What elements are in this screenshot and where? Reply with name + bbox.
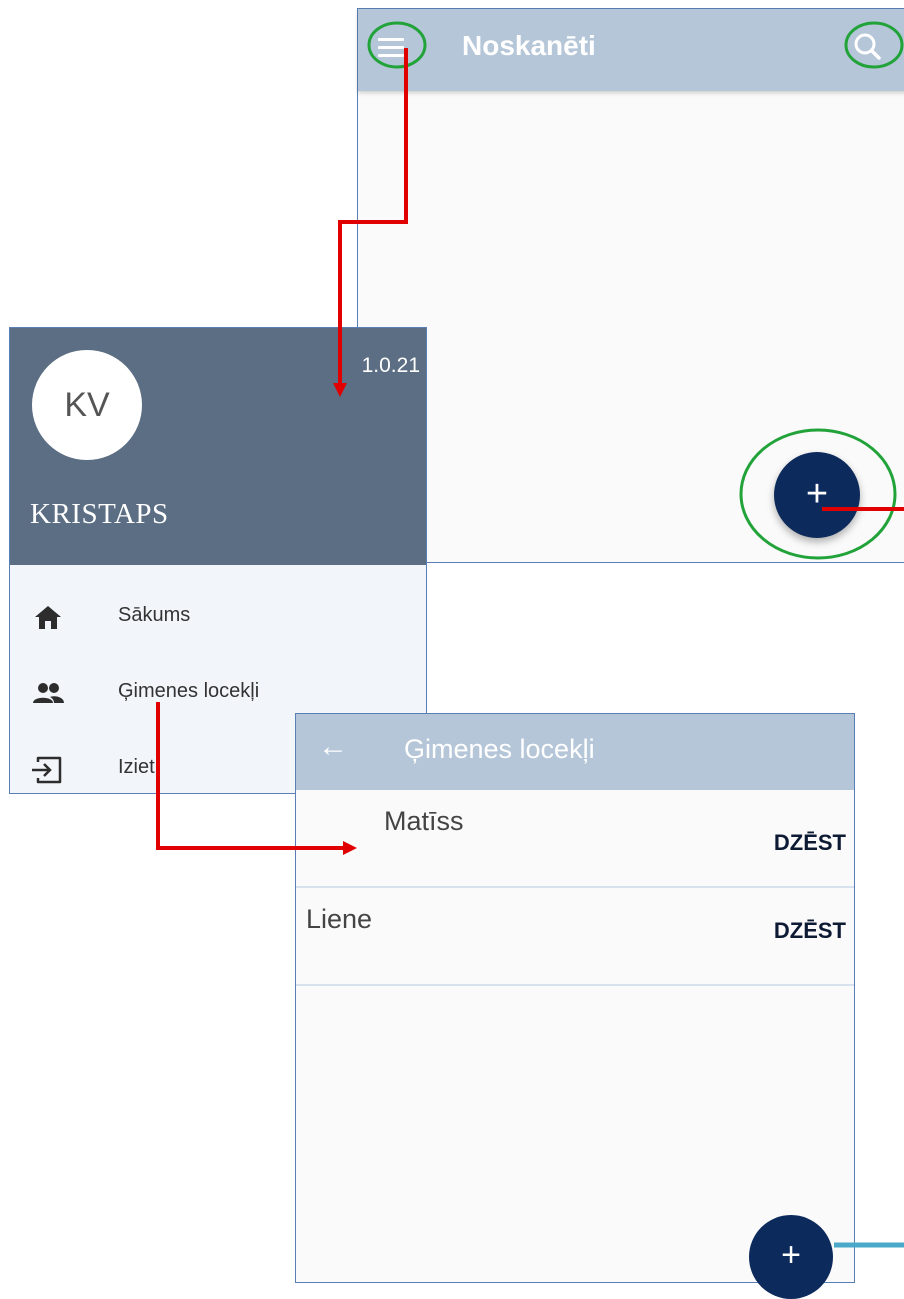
arrowhead	[333, 383, 347, 397]
arrowhead	[343, 841, 357, 855]
family-to-screen-arrow	[156, 702, 345, 850]
search-highlight-circle	[844, 21, 904, 69]
annotation-overlay	[156, 21, 904, 1248]
menu-highlight-circle	[367, 21, 427, 69]
fab-highlight-circle	[739, 428, 897, 560]
menu-to-drawer-arrow	[338, 48, 408, 385]
